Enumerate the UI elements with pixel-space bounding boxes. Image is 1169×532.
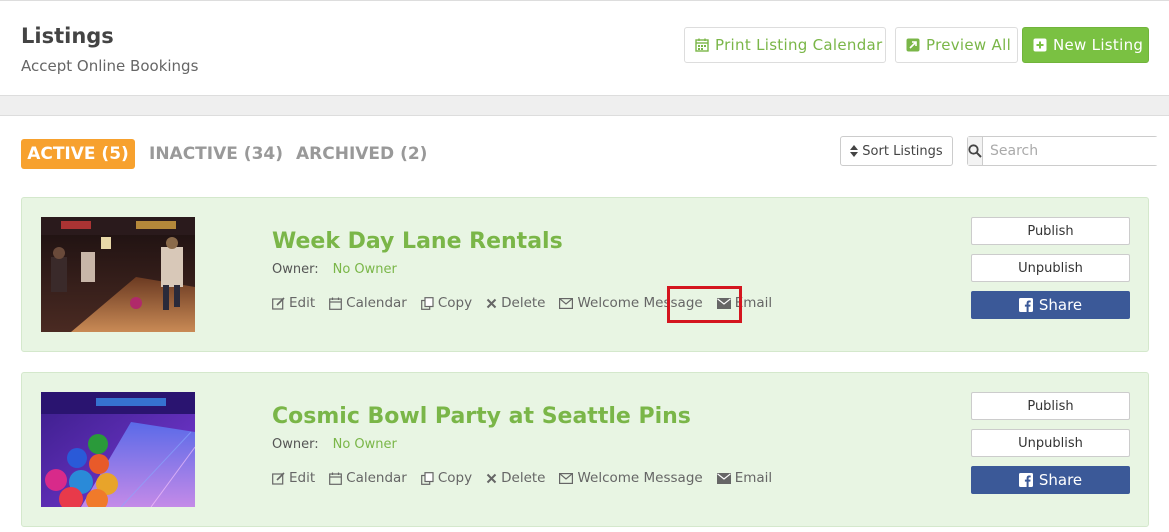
owner-label: Owner: xyxy=(272,437,319,452)
copy-icon xyxy=(420,471,434,485)
sort-listings-button[interactable]: Sort Listings xyxy=(840,136,953,166)
search-box xyxy=(967,136,1164,166)
listing-actions: Edit Calendar Copy Delete Welcome Messag… xyxy=(272,470,772,486)
calendar-icon xyxy=(329,297,343,310)
share-label: Share xyxy=(1038,296,1083,314)
new-listing-button[interactable]: New Listing xyxy=(1022,27,1149,63)
sort-icon xyxy=(850,145,859,157)
tab-active[interactable]: ACTIVE (5) xyxy=(21,139,135,169)
owner-value[interactable]: No Owner xyxy=(333,262,397,277)
preview-all-button[interactable]: Preview All xyxy=(895,27,1018,63)
share-button[interactable]: Share xyxy=(971,291,1130,319)
edit-icon xyxy=(272,296,285,310)
share-label: Share xyxy=(1038,471,1083,489)
unpublish-button[interactable]: Unpublish xyxy=(971,254,1130,282)
publish-button[interactable]: Publish xyxy=(971,392,1130,420)
envelope-outline-icon xyxy=(559,472,574,484)
calendar-action[interactable]: Calendar xyxy=(329,295,407,311)
copy-icon xyxy=(420,296,434,310)
copy-label: Copy xyxy=(437,470,473,486)
sort-listings-label: Sort Listings xyxy=(862,143,943,159)
delete-action[interactable]: Delete xyxy=(486,470,545,486)
external-link-icon xyxy=(906,38,920,52)
unpublish-button[interactable]: Unpublish xyxy=(971,429,1130,457)
owner-row: Owner: No Owner xyxy=(272,262,397,277)
listing-thumbnail[interactable] xyxy=(41,217,195,332)
calendar-icon xyxy=(329,472,343,485)
edit-label: Edit xyxy=(289,470,316,486)
edit-action[interactable]: Edit xyxy=(272,295,315,311)
envelope-icon xyxy=(716,472,731,484)
page-subtitle: Accept Online Bookings xyxy=(21,57,199,75)
edit-icon xyxy=(272,471,285,485)
close-icon xyxy=(486,298,497,309)
listings-panel: ACTIVE (5) INACTIVE (34) ARCHIVED (2) So… xyxy=(0,115,1169,532)
calendar-icon xyxy=(695,38,709,52)
delete-label: Delete xyxy=(501,470,546,486)
close-icon xyxy=(486,473,497,484)
edit-label: Edit xyxy=(289,295,316,311)
listing-thumbnail[interactable] xyxy=(41,392,195,507)
owner-row: Owner: No Owner xyxy=(272,437,397,452)
print-listing-calendar-label: Print Listing Calendar xyxy=(715,36,883,54)
email-highlight-box xyxy=(667,286,742,323)
delete-label: Delete xyxy=(501,295,546,311)
copy-action[interactable]: Copy xyxy=(420,295,473,311)
calendar-label: Calendar xyxy=(346,470,407,486)
preview-all-label: Preview All xyxy=(926,36,1012,54)
facebook-icon xyxy=(1018,298,1033,312)
page-header: Listings Accept Online Bookings Print Li… xyxy=(0,0,1169,96)
calendar-label: Calendar xyxy=(346,295,407,311)
listing-title[interactable]: Cosmic Bowl Party at Seattle Pins xyxy=(272,404,691,429)
calendar-action[interactable]: Calendar xyxy=(329,470,407,486)
facebook-icon xyxy=(1018,473,1033,487)
edit-action[interactable]: Edit xyxy=(272,470,315,486)
share-button[interactable]: Share xyxy=(971,466,1130,494)
copy-label: Copy xyxy=(437,295,473,311)
tab-archived[interactable]: ARCHIVED (2) xyxy=(296,139,427,169)
welcome-message-label: Welcome Message xyxy=(577,470,703,486)
owner-value[interactable]: No Owner xyxy=(333,437,397,452)
copy-action[interactable]: Copy xyxy=(420,470,473,486)
tab-inactive[interactable]: INACTIVE (34) xyxy=(149,139,283,169)
envelope-outline-icon xyxy=(559,297,574,309)
plus-square-icon xyxy=(1033,38,1047,52)
listing-card: Week Day Lane Rentals Owner: No Owner Ed… xyxy=(21,197,1149,352)
search-input[interactable] xyxy=(983,137,1164,165)
welcome-message-action[interactable]: Welcome Message xyxy=(559,470,703,486)
delete-action[interactable]: Delete xyxy=(486,295,545,311)
email-label: Email xyxy=(734,470,773,486)
listing-title[interactable]: Week Day Lane Rentals xyxy=(272,229,563,254)
new-listing-label: New Listing xyxy=(1053,36,1144,54)
email-action[interactable]: Email xyxy=(716,470,773,486)
print-listing-calendar-button[interactable]: Print Listing Calendar xyxy=(684,27,886,63)
publish-button[interactable]: Publish xyxy=(971,217,1130,245)
listing-card: Cosmic Bowl Party at Seattle Pins Owner:… xyxy=(21,372,1149,527)
owner-label: Owner: xyxy=(272,262,319,277)
search-icon[interactable] xyxy=(968,137,983,165)
page-title: Listings xyxy=(21,24,114,48)
